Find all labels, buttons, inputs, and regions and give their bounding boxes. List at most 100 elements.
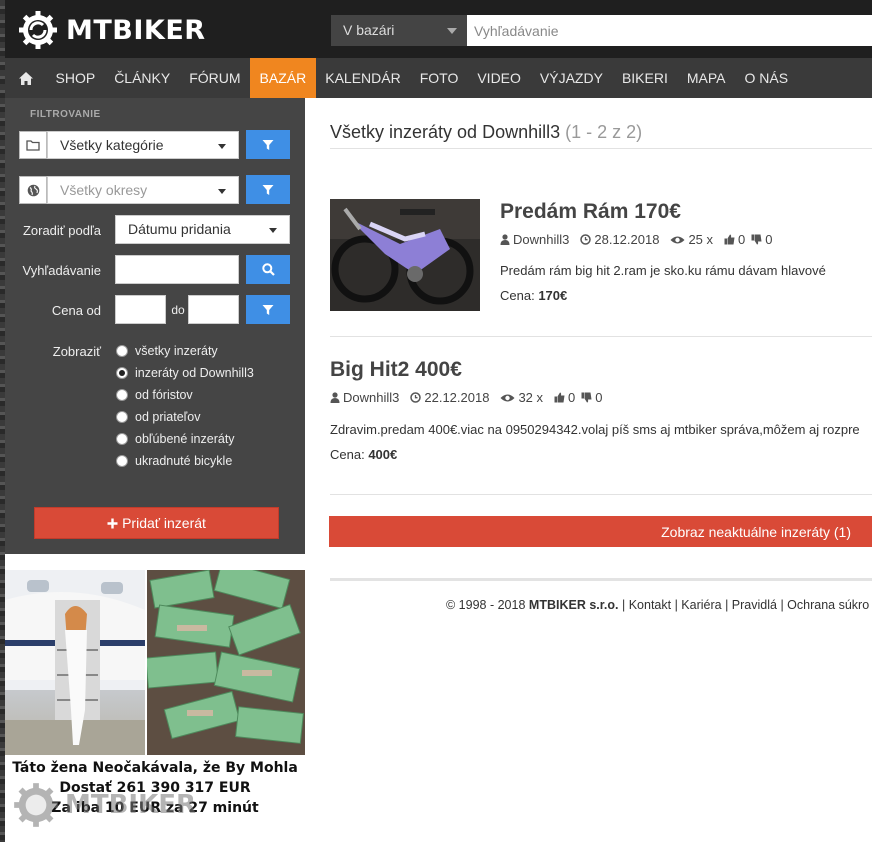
search-icon (261, 263, 275, 276)
nav-item-clanky[interactable]: ČLÁNKY (105, 58, 180, 98)
top-header: MTBIKER V bazári (0, 0, 872, 842)
listing-views: 32 x (518, 390, 544, 405)
funnel-icon (262, 139, 274, 150)
listing-thumbnail[interactable] (330, 199, 480, 311)
show-option-favorites[interactable]: obľúbené inzeráty (116, 432, 235, 446)
ad-image-money (147, 570, 305, 755)
thumbs-up-icon (724, 234, 735, 245)
listing-title[interactable]: Predám Rám 170€ (500, 200, 681, 224)
show-option-stolen[interactable]: ukradnuté bicykle (116, 454, 232, 468)
globe-icon (27, 184, 39, 196)
nav-item-foto[interactable]: FOTO (410, 58, 468, 98)
footer: © 1998 - 2018 MTBIKER s.r.o. | Kontakt |… (446, 598, 870, 612)
radio-button[interactable] (116, 455, 128, 467)
radio-button[interactable] (116, 345, 128, 357)
add-listing-button[interactable]: Pridať inzerát (34, 507, 279, 539)
sidebar-search-input[interactable] (115, 255, 239, 284)
sort-label: Zoradiť podľa (22, 223, 101, 238)
category-select[interactable]: Všetky kategórie (47, 131, 239, 159)
listing-dislikes: 0 (765, 232, 773, 247)
home-icon (18, 71, 33, 85)
page-title: Všetky inzeráty od Downhill3 (1 - 2 z 2) (330, 122, 643, 142)
show-option-all[interactable]: všetky inzeráty (116, 344, 218, 358)
filter-sidebar: FILTROVANIE Všetky kategórie Všetky okre… (5, 98, 305, 554)
footer-link-rules[interactable]: Pravidlá (732, 598, 777, 612)
show-inactive-listings-button[interactable]: Zobraz neaktuálne inzeráty (1) (329, 516, 872, 547)
show-label: Zobraziť (52, 344, 101, 359)
sort-select[interactable]: Dátumu pridania (115, 215, 290, 244)
listing-date: 28.12.2018 (594, 232, 660, 247)
nav-item-video[interactable]: VIDEO (468, 58, 531, 98)
chevron-down-icon (218, 144, 226, 149)
thumbs-down-icon (751, 234, 762, 245)
show-option-user[interactable]: inzeráty od Downhill3 (116, 366, 254, 380)
category-filter-button[interactable] (246, 130, 290, 159)
listing-user[interactable]: Downhill3 (343, 390, 399, 405)
ad-money-illustration (147, 570, 305, 755)
eye-icon (500, 394, 515, 401)
ad-jet-illustration (5, 570, 145, 755)
listing-dislikes: 0 (595, 390, 603, 405)
chevron-down-icon (269, 228, 277, 233)
listing-user[interactable]: Downhill3 (513, 232, 569, 247)
nav-item-vyjazdy[interactable]: VÝJAZDY (530, 58, 612, 98)
nav-item-forum[interactable]: FÓRUM (180, 58, 250, 98)
listing-meta: Downhill3 22.12.2018 32 x 0 0 (330, 390, 614, 405)
main-nav: SHOP ČLÁNKY FÓRUM BAZÁR KALENDÁR FOTO VI… (5, 58, 872, 98)
divider (330, 336, 872, 337)
search-label: Vyhľadávanie (22, 263, 101, 278)
district-filter-button[interactable] (246, 175, 290, 204)
footer-link-privacy[interactable]: Ochrana súkro (787, 598, 869, 612)
filter-heading: FILTROVANIE (30, 109, 101, 120)
gear-logo-icon (19, 11, 57, 49)
listing-date: 22.12.2018 (424, 390, 490, 405)
thumbs-up-icon (554, 392, 565, 403)
listing-likes: 0 (568, 390, 576, 405)
site-logo[interactable]: MTBIKER (18, 10, 206, 50)
funnel-icon (262, 304, 274, 315)
category-select-value: Všetky kategórie (60, 137, 164, 153)
home-button[interactable] (5, 58, 46, 98)
listing-description: Predám rám big hit 2.ram je sko.ku rámu … (500, 263, 826, 278)
category-icon-box (19, 131, 47, 159)
nav-item-shop[interactable]: SHOP (46, 58, 105, 98)
nav-item-mapa[interactable]: MAPA (677, 58, 735, 98)
district-select[interactable]: Všetky okresy (47, 176, 239, 204)
search-scope-value: V bazári (343, 22, 395, 38)
gear-logo-icon (14, 783, 58, 827)
chevron-down-icon (447, 28, 457, 34)
price-label: Cena od (51, 303, 101, 318)
price-to-input[interactable] (188, 295, 239, 324)
radio-button-selected[interactable] (116, 367, 128, 379)
search-scope-select[interactable]: V bazári (331, 15, 467, 46)
nav-item-kalendar[interactable]: KALENDÁR (316, 58, 410, 98)
footer-company: MTBIKER s.r.o. (528, 598, 619, 612)
listing-views: 25 x (688, 232, 714, 247)
folder-icon (26, 140, 40, 151)
footer-link-career[interactable]: Kariéra (681, 598, 721, 612)
radio-button[interactable] (116, 389, 128, 401)
show-option-forum[interactable]: od fóristov (116, 388, 193, 402)
district-select-value: Všetky okresy (60, 182, 148, 198)
advertisement[interactable]: Táto žena Neočakávala, že By Mohla Dosta… (5, 570, 305, 842)
show-option-friends[interactable]: od priateľov (116, 410, 201, 424)
footer-link-contact[interactable]: Kontakt (629, 598, 671, 612)
price-filter-button[interactable] (246, 295, 290, 324)
clock-icon (410, 392, 422, 403)
sidebar-search-button[interactable] (246, 255, 290, 284)
listing-price: Cena: 170€ (500, 288, 568, 303)
price-from-input[interactable] (115, 295, 166, 324)
radio-button[interactable] (116, 411, 128, 423)
nav-item-o-nas[interactable]: O NÁS (735, 58, 798, 98)
listing-title[interactable]: Big Hit2 400€ (330, 358, 462, 382)
listing-price: Cena: 400€ (330, 447, 398, 462)
footer-divider (330, 578, 872, 581)
nav-item-bazar[interactable]: BAZÁR (250, 58, 316, 98)
divider (330, 148, 872, 149)
radio-button[interactable] (116, 433, 128, 445)
search-input[interactable] (467, 15, 872, 46)
price-to-label: do (171, 303, 185, 317)
listing-description: Zdravim.predam 400€.viac na 0950294342.v… (330, 422, 860, 437)
nav-item-bikeri[interactable]: BIKERI (612, 58, 677, 98)
funnel-icon (262, 184, 274, 195)
